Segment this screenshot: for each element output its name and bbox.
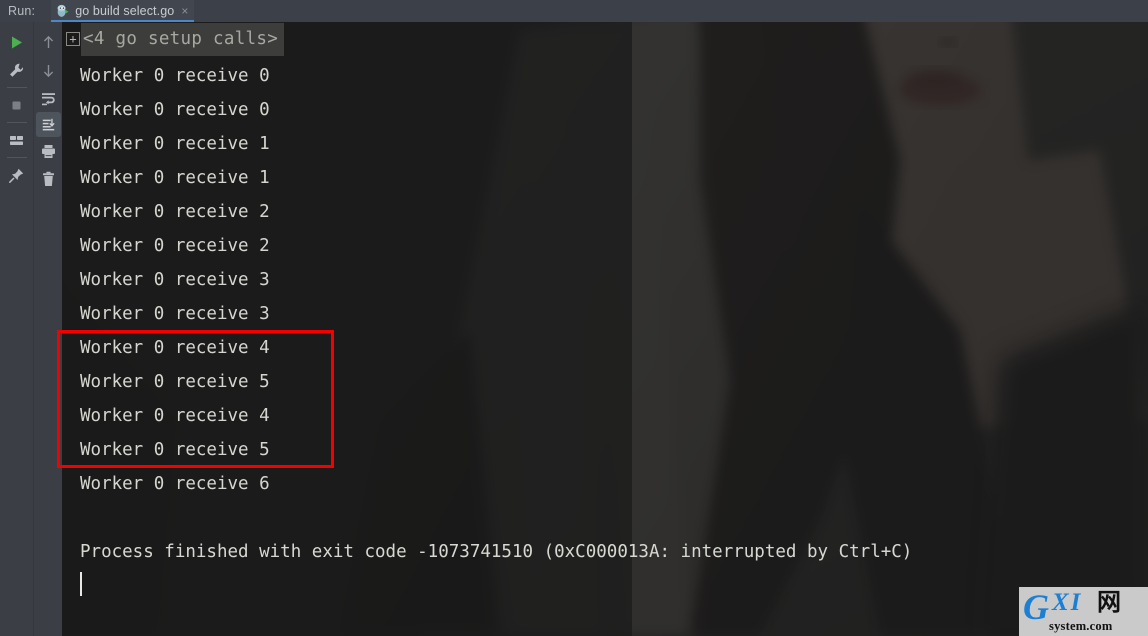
console-line: Worker 0 receive 0 <box>80 100 270 120</box>
clear-all-button[interactable] <box>34 165 63 193</box>
console-line-highlighted: Worker 0 receive 5 <box>80 440 270 460</box>
console-line-highlighted: Worker 0 receive 5 <box>80 372 270 392</box>
watermark-letter-g: G <box>1023 587 1049 627</box>
fold-placeholder-text: <4 go setup calls> <box>81 22 285 56</box>
console-output[interactable]: + <4 go setup calls> Worker 0 receive 0 … <box>62 22 1148 636</box>
watermark-cjk-glyph: 网 <box>1097 588 1121 616</box>
scroll-to-end-button[interactable] <box>35 112 61 137</box>
expand-fold-icon[interactable]: + <box>66 32 80 46</box>
pin-tab-button[interactable] <box>0 161 33 189</box>
toolbar-separator <box>6 157 27 158</box>
run-label: Run: <box>8 4 36 18</box>
console-line: Worker 0 receive 2 <box>80 236 270 256</box>
stop-button[interactable] <box>0 91 33 119</box>
console-line-highlighted: Worker 0 receive 4 <box>80 338 270 358</box>
toolbar-separator <box>6 122 27 123</box>
watermark-site-text: system.com <box>1049 619 1113 633</box>
watermark-letters-xi: XI <box>1052 589 1083 616</box>
run-actions-toolbar-primary <box>0 22 33 636</box>
tab-label: go build select.go <box>75 4 175 18</box>
run-actions-toolbar-secondary <box>33 22 62 636</box>
console-caret <box>80 572 82 596</box>
run-toolbar: Run: go build select.go × <box>0 0 1148 22</box>
up-stack-trace-button[interactable] <box>34 28 63 56</box>
console-line: Worker 0 receive 2 <box>80 202 270 222</box>
console-line: Worker 0 receive 1 <box>80 168 270 188</box>
console-line: Worker 0 receive 1 <box>80 134 270 154</box>
console-line: Worker 0 receive 3 <box>80 304 270 324</box>
print-button[interactable] <box>34 137 63 165</box>
toolbar-separator <box>6 87 27 88</box>
go-gopher-icon <box>55 4 70 19</box>
console-fold-placeholder[interactable]: + <4 go setup calls> <box>66 22 285 56</box>
edit-configuration-button[interactable] <box>0 56 33 84</box>
layout-settings-button[interactable] <box>0 126 33 154</box>
close-icon[interactable]: × <box>181 5 188 17</box>
console-line: Worker 0 receive 0 <box>80 66 270 86</box>
down-stack-trace-button[interactable] <box>34 56 63 84</box>
console-line: Worker 0 receive 6 <box>80 474 270 494</box>
tab-go-build-select[interactable]: go build select.go × <box>51 0 195 22</box>
soft-wrap-button[interactable] <box>34 84 63 112</box>
console-line-highlighted: Worker 0 receive 4 <box>80 406 270 426</box>
process-finished-message: Process finished with exit code -1073741… <box>80 542 913 562</box>
rerun-button[interactable] <box>0 28 33 56</box>
ide-run-console-window: Run: go build select.go × + <4 go setup … <box>0 0 1148 636</box>
console-line: Worker 0 receive 3 <box>80 270 270 290</box>
watermark-logo: G XI 网 system.com <box>1019 587 1148 636</box>
